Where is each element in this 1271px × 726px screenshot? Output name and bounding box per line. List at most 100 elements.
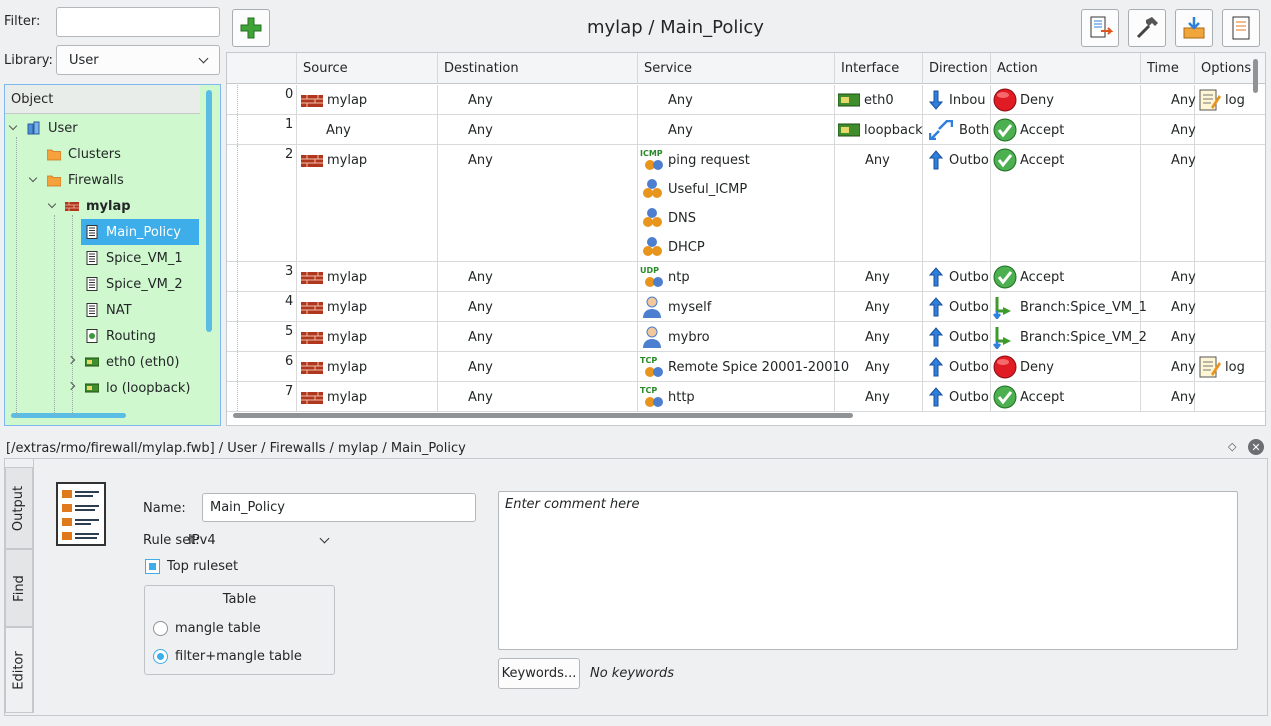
rule-action[interactable]: Accept — [993, 118, 1064, 142]
comment-textarea[interactable]: Enter comment here — [498, 491, 1238, 650]
rule-time[interactable]: Any — [1171, 120, 1196, 140]
rule-source[interactable]: mylap — [301, 90, 367, 110]
rule-cell[interactable] — [1195, 145, 1265, 261]
tree-item-lo[interactable]: lo (loopback) — [85, 375, 203, 401]
col-header-source[interactable]: Source — [297, 53, 438, 84]
rule-interface[interactable]: Any — [865, 357, 890, 377]
rule-direction[interactable]: Outbo — [929, 387, 989, 407]
tree-item-spice-vm-2[interactable]: Spice_VM_2 — [85, 271, 203, 297]
rule-source[interactable]: mylap — [301, 387, 367, 407]
rule-direction[interactable]: Inbou — [929, 90, 986, 110]
tree-item-main-policy[interactable]: Main_Policy — [81, 219, 199, 245]
col-header-service[interactable]: Service — [638, 53, 835, 84]
rule-source[interactable]: mylap — [301, 297, 367, 317]
rule-direction[interactable]: Outbo — [929, 150, 989, 170]
rule-cell[interactable] — [1195, 115, 1265, 144]
tab-find[interactable]: Find — [5, 549, 33, 627]
rule-row[interactable]: 0 mylap Any Any eth0 Inbou Deny Any log — [227, 85, 1265, 115]
close-icon[interactable]: ✕ — [1248, 439, 1264, 455]
keywords-button[interactable]: Keywords... — [498, 658, 580, 689]
expand-user-icon[interactable] — [8, 121, 18, 131]
rule-interface[interactable]: loopback — [838, 120, 923, 140]
rule-source[interactable]: mylap — [301, 150, 367, 170]
rule-destination[interactable]: Any — [468, 150, 493, 170]
rule-source[interactable]: mylap — [301, 327, 367, 347]
float-icon[interactable]: ◇ — [1228, 440, 1236, 453]
name-input[interactable]: Main_Policy — [202, 493, 476, 522]
rule-action[interactable]: Deny — [993, 88, 1054, 112]
rule-direction[interactable]: Outbo — [929, 357, 989, 377]
rule-destination[interactable]: Any — [468, 120, 493, 140]
compile-button[interactable] — [1081, 9, 1119, 47]
rule-time[interactable]: Any — [1171, 150, 1196, 170]
rule-interface[interactable]: Any — [865, 267, 890, 287]
rule-service[interactable]: Any — [668, 120, 693, 140]
rule-destination[interactable]: Any — [468, 357, 493, 377]
tab-output[interactable]: Output — [5, 467, 33, 549]
rule-options[interactable]: log — [1199, 355, 1245, 379]
expand-mylap-icon[interactable] — [47, 199, 57, 209]
rules-hscroll[interactable] — [233, 413, 853, 418]
rule-destination[interactable]: Any — [468, 387, 493, 407]
rule-time[interactable]: Any — [1171, 327, 1196, 347]
rule-service[interactable]: TCP Remote Spice 20001-20010 — [640, 355, 849, 379]
rule-interface[interactable]: Any — [865, 150, 890, 170]
tree-item-eth0[interactable]: eth0 (eth0) — [85, 349, 203, 375]
rule-interface[interactable]: Any — [865, 327, 890, 347]
rule-row[interactable]: 3 mylap Any UDP ntp Any Outbo Accept Any — [227, 262, 1265, 292]
col-header-destination[interactable]: Destination — [438, 53, 638, 84]
rule-destination[interactable]: Any — [468, 267, 493, 287]
tab-editor[interactable]: Editor — [5, 627, 33, 713]
expand-eth0-icon[interactable] — [66, 355, 76, 365]
rule-time[interactable]: Any — [1171, 267, 1196, 287]
expand-lo-icon[interactable] — [66, 381, 76, 391]
rules-table[interactable]: Source Destination Service Interface Dir… — [226, 52, 1266, 426]
tree-item-user[interactable]: User — [27, 115, 177, 141]
rule-row[interactable]: 5 mylap Any mybro Any Outbo Branch:Spice_VM_2 A… — [227, 322, 1265, 352]
rule-destination[interactable]: Any — [468, 297, 493, 317]
rule-action[interactable]: Deny — [993, 355, 1054, 379]
rule-time[interactable]: Any — [1171, 357, 1196, 377]
rule-service[interactable]: myself — [640, 295, 711, 319]
ruleset-select[interactable]: IPv4 — [188, 527, 332, 553]
radio-filter-mangle-table[interactable]: filter+mangle table — [153, 649, 302, 664]
rule-interface[interactable]: eth0 — [838, 90, 894, 110]
col-header-action[interactable]: Action — [991, 53, 1141, 84]
rule-service[interactable]: Any — [668, 90, 693, 110]
rule-action[interactable]: Accept — [993, 265, 1064, 289]
rule-direction[interactable]: Both — [929, 120, 989, 140]
rule-action[interactable]: Branch:Spice_VM_2 — [993, 325, 1147, 349]
add-rule-button[interactable] — [232, 9, 270, 47]
rule-service[interactable]: UDP ntp — [640, 265, 690, 289]
rule-service[interactable]: DNS — [640, 206, 696, 230]
col-header-interface[interactable]: Interface — [835, 53, 923, 84]
rule-cell[interactable] — [1195, 262, 1265, 291]
rule-interface[interactable]: Any — [865, 297, 890, 317]
rule-cell[interactable] — [1195, 322, 1265, 351]
rule-time[interactable]: Any — [1171, 297, 1196, 317]
rule-service[interactable]: mybro — [640, 325, 710, 349]
install-button[interactable] — [1175, 9, 1213, 47]
tree-item-spice-vm-1[interactable]: Spice_VM_1 — [85, 245, 203, 271]
col-header-direction[interactable]: Direction — [923, 53, 991, 84]
rule-service[interactable]: DHCP — [640, 235, 705, 259]
rule-source[interactable]: Any — [326, 120, 351, 140]
col-header-time[interactable]: Time — [1141, 53, 1195, 84]
tree-hscroll[interactable] — [11, 413, 126, 418]
tree-item-nat[interactable]: NAT — [85, 297, 203, 323]
rule-options[interactable]: log — [1199, 88, 1245, 112]
rule-cell[interactable] — [1195, 292, 1265, 321]
rule-destination[interactable]: Any — [468, 327, 493, 347]
rule-direction[interactable]: Outbo — [929, 267, 989, 287]
rule-row[interactable]: 4 mylap Any myself Any Outbo Branch:Spice_VM_1… — [227, 292, 1265, 322]
filter-input[interactable] — [56, 7, 220, 37]
build-button[interactable] — [1128, 9, 1166, 47]
rule-interface[interactable]: Any — [865, 387, 890, 407]
rules-vscroll[interactable] — [1253, 59, 1258, 93]
rule-row[interactable]: 7 mylap Any TCP http Any Outbo Accept Any — [227, 382, 1265, 412]
rule-source[interactable]: mylap — [301, 267, 367, 287]
rule-direction[interactable]: Outbo — [929, 297, 989, 317]
rule-row[interactable]: 1 Any Any Any loopback Both Accept Any — [227, 115, 1265, 145]
rule-service[interactable]: TCP http — [640, 385, 695, 409]
rule-action[interactable]: Branch:Spice_VM_1 — [993, 295, 1147, 319]
